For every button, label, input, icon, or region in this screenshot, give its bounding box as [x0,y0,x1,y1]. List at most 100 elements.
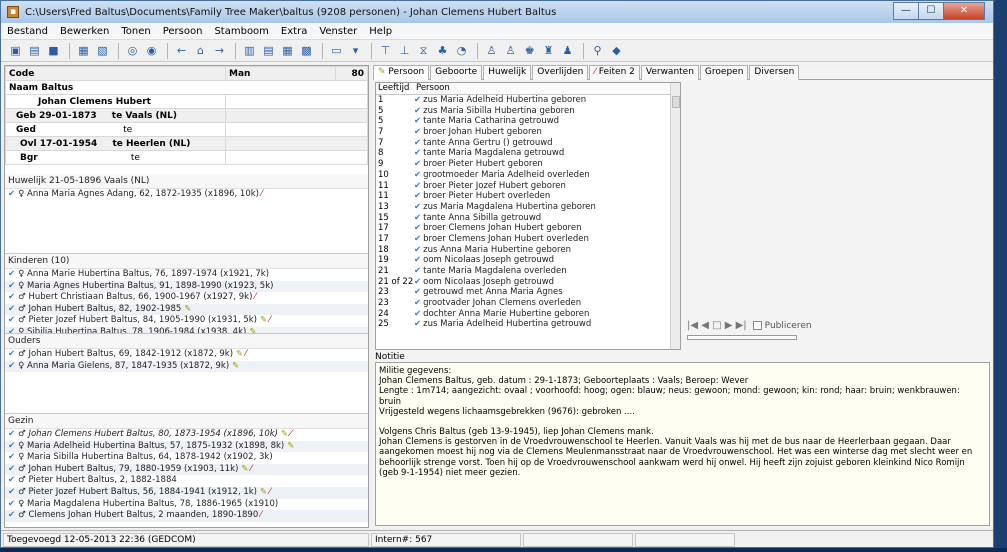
tree-chart-icon[interactable]: ♣ [434,43,451,59]
save-icon[interactable]: ■ [45,43,62,59]
child-row[interactable]: ✔ ♂ Johan Hubert Baltus, 82, 1902-1985 ✎ [5,303,368,316]
list-view-icon[interactable]: ▦ [279,43,296,59]
parent-row[interactable]: ✔ ♂ Johan Hubert Baltus, 69, 1842-1912 (x… [5,349,368,361]
find-next-icon[interactable]: ◉ [143,43,160,59]
publish-toggle[interactable]: Publiceren [752,321,818,331]
list-item[interactable]: 13 ✔ zus Maria Magdalena Hubertina geboren [376,202,680,213]
notes-textarea[interactable]: Militie gegevens: Johan Clemens Baltus, g… [375,362,990,526]
maximize-button[interactable]: ☐ [918,2,944,20]
search-icon[interactable]: ⚲ [589,43,606,59]
open-folder-icon[interactable]: ▤ [26,43,43,59]
minimize-button[interactable]: — [893,2,919,20]
home-icon[interactable]: ⌂ [192,43,209,59]
menu-stamboom[interactable]: Stamboom [208,26,274,37]
sibling-row[interactable]: ✔ ♂ Johan Clemens Hubert Baltus, 80, 1873… [5,429,368,441]
hourglass-chart-icon[interactable]: ⧖ [415,43,432,59]
person-view-icon[interactable]: ▤ [260,43,277,59]
find-person-icon[interactable]: ◎ [124,43,141,59]
gender-field[interactable]: Man [225,66,336,81]
list-item[interactable]: 21 ✔ tante Maria Magdalena overleden [376,266,680,277]
add-child-icon[interactable]: ♟ [559,43,576,59]
list-item[interactable]: 15 ✔ tante Anna Sibilla getrouwd [376,213,680,224]
descendant-chart-icon[interactable]: ⊥ [396,43,413,59]
list-item[interactable]: 23 ✔ grootvader Johan Clemens overleden [376,298,680,309]
chart-dropdown-icon[interactable]: ▭ [328,43,345,59]
add-couple-icon[interactable]: ♚ [521,43,538,59]
sibling-row[interactable]: ✔ ♀ Maria Adelheid Hubertina Baltus, 57, … [5,440,368,453]
print-preview-icon[interactable]: ▧ [94,43,111,59]
list-item[interactable]: 5 ✔ tante Maria Catharina getrouwd [376,116,680,127]
sibling-row[interactable]: ✔ ♂ Pieter Jozef Hubert Baltus, 56, 1884-… [5,486,368,499]
publish-checkbox[interactable] [752,321,762,330]
marriage-header[interactable]: Huwelijk 21-05-1896 Vaals (NL) [5,174,368,189]
list-item[interactable]: 5 ✔ zus Maria Sibilla Hubertina geboren [376,106,680,117]
back-arrow-icon[interactable]: ← [173,43,190,59]
list-item[interactable]: 8 ✔ tante Maria Magdalena getrouwd [376,148,680,159]
table-view-icon[interactable]: ▩ [298,43,315,59]
list-item[interactable]: 9 ✔ broer Pieter Hubert geboren [376,159,680,170]
list-item[interactable]: 7 ✔ broer Johan Hubert geboren [376,127,680,138]
spouse-row[interactable]: ✔ ♀ Anna Maria Agnes Adang, 62, 1872-1935… [5,189,368,201]
add-parents-icon[interactable]: ♜ [540,43,557,59]
code-value[interactable]: 80 [335,66,368,81]
tab-verwanten[interactable]: Verwanten [640,65,699,80]
list-item[interactable]: 17 ✔ broer Clemens Johan Hubert geboren [376,223,680,234]
sibling-row[interactable]: ✔ ♀ Maria Sibilla Hubertina Baltus, 64, 1… [5,452,368,464]
list-item[interactable]: 10 ✔ grootmoeder Maria Adelheid overleden [376,170,680,181]
list-item[interactable]: 25 ✔ zus Maria Adelheid Hubertina getrouwd [376,319,680,330]
title-bar[interactable]: ▪ C:\Users\Fred Baltus\Documents\Family … [1,1,993,23]
list-item[interactable]: 7 ✔ tante Anna Gertru () getrouwd [376,138,680,149]
new-file-icon[interactable]: ▣ [7,43,24,59]
surname-field[interactable]: Naam Baltus [5,80,368,95]
column-header-age[interactable]: Leeftijd [376,83,414,94]
menu-bestand[interactable]: Bestand [1,26,54,37]
person-icon[interactable]: ♙ [483,43,500,59]
print-icon[interactable]: ▦ [75,43,92,59]
death-field[interactable]: Ovl 17-01-1954 te Heerlen (NL) [5,136,226,151]
burial-field[interactable]: Bgr te [5,150,226,165]
menu-extra[interactable]: Extra [275,26,313,37]
menu-persoon[interactable]: Persoon [157,26,209,37]
tab-persoon[interactable]: ✎ Persoon [373,65,430,80]
list-item[interactable]: 18 ✔ zus Anna Maria Hubertine geboren [376,245,680,256]
media-nav-buttons[interactable]: |◀ ◀ □ ▶ ▶| [687,320,747,331]
list-item[interactable]: 19 ✔ oom Nicolaas Joseph getrouwd [376,255,680,266]
scrollbar-thumb[interactable] [672,96,680,108]
baptism-field[interactable]: Ged te [5,122,226,137]
sibling-row[interactable]: ✔ ♀ Maria Magdalena Hubertina Baltus, 78,… [5,499,368,511]
parent-row[interactable]: ✔ ♀ Anna Maria Gielens, 87, 1847-1935 (x1… [5,360,368,373]
tab-overlijden[interactable]: Overlijden [532,65,589,80]
list-item[interactable]: 17 ✔ broer Clemens Johan Hubert overleden [376,234,680,245]
menu-tonen[interactable]: Tonen [115,26,156,37]
child-row[interactable]: ✔ ♀ Maria Agnes Hubertina Baltus, 91, 189… [5,280,368,293]
tab-groepen[interactable]: Groepen [699,65,749,80]
sibling-row[interactable]: ✔ ♂ Clemens Johan Hubert Baltus, 2 maande… [5,510,368,522]
list-item[interactable]: 1 ✔ zus Maria Adelheid Hubertina geboren [376,95,680,106]
timeline-list[interactable]: Leeftijd Persoon 1 ✔ zus Maria Adelheid Hu… [375,82,681,350]
list-item[interactable]: 21 of 22 ✔ oom Nicolaas Joseph getrouwd [376,277,680,288]
sibling-row[interactable]: ✔ ♂ Johan Hubert Baltus, 79, 1880-1959 (x… [5,463,368,476]
tab-diversen[interactable]: Diversen [749,65,800,80]
tab-feiten-2[interactable]: ⁄ Feiten 2 [589,65,640,80]
fan-chart-icon[interactable]: ◔ [453,43,470,59]
list-item[interactable]: 11 ✔ broer Pieter Hubert overleden [376,191,680,202]
close-button[interactable]: ✕ [943,2,985,20]
child-row[interactable]: ✔ ♂ Hubert Christiaan Baltus, 66, 1900-19… [5,292,368,304]
list-item[interactable]: 23 ✔ getrouwd met Anna Maria Agnes [376,287,680,298]
web-search-icon[interactable]: ◆ [608,43,625,59]
list-item[interactable]: 11 ✔ broer Pieter Jozef Hubert geboren [376,181,680,192]
tab-huwelijk[interactable]: Huwelijk [483,65,532,80]
forward-arrow-icon[interactable]: → [211,43,228,59]
menu-help[interactable]: Help [363,26,398,37]
add-person-icon[interactable]: ♙ [502,43,519,59]
media-slider[interactable] [687,335,797,340]
chevron-down-icon[interactable]: ▾ [347,43,364,59]
child-row[interactable]: ✔ ♂ Pieter Jozef Hubert Baltus, 84, 1905-… [5,315,368,327]
column-header-person[interactable]: Persoon [414,83,450,94]
given-names-field[interactable]: Johan Clemens Hubert [5,94,226,109]
list-scrollbar[interactable] [670,83,680,349]
child-row[interactable]: ✔ ♀ Anna Marie Hubertina Baltus, 76, 1897… [5,269,368,281]
ancestor-chart-icon[interactable]: ⊤ [377,43,394,59]
sibling-row[interactable]: ✔ ♂ Pieter Hubert Baltus, 2, 1882-1884 [5,475,368,487]
menu-bewerken[interactable]: Bewerken [54,26,115,37]
